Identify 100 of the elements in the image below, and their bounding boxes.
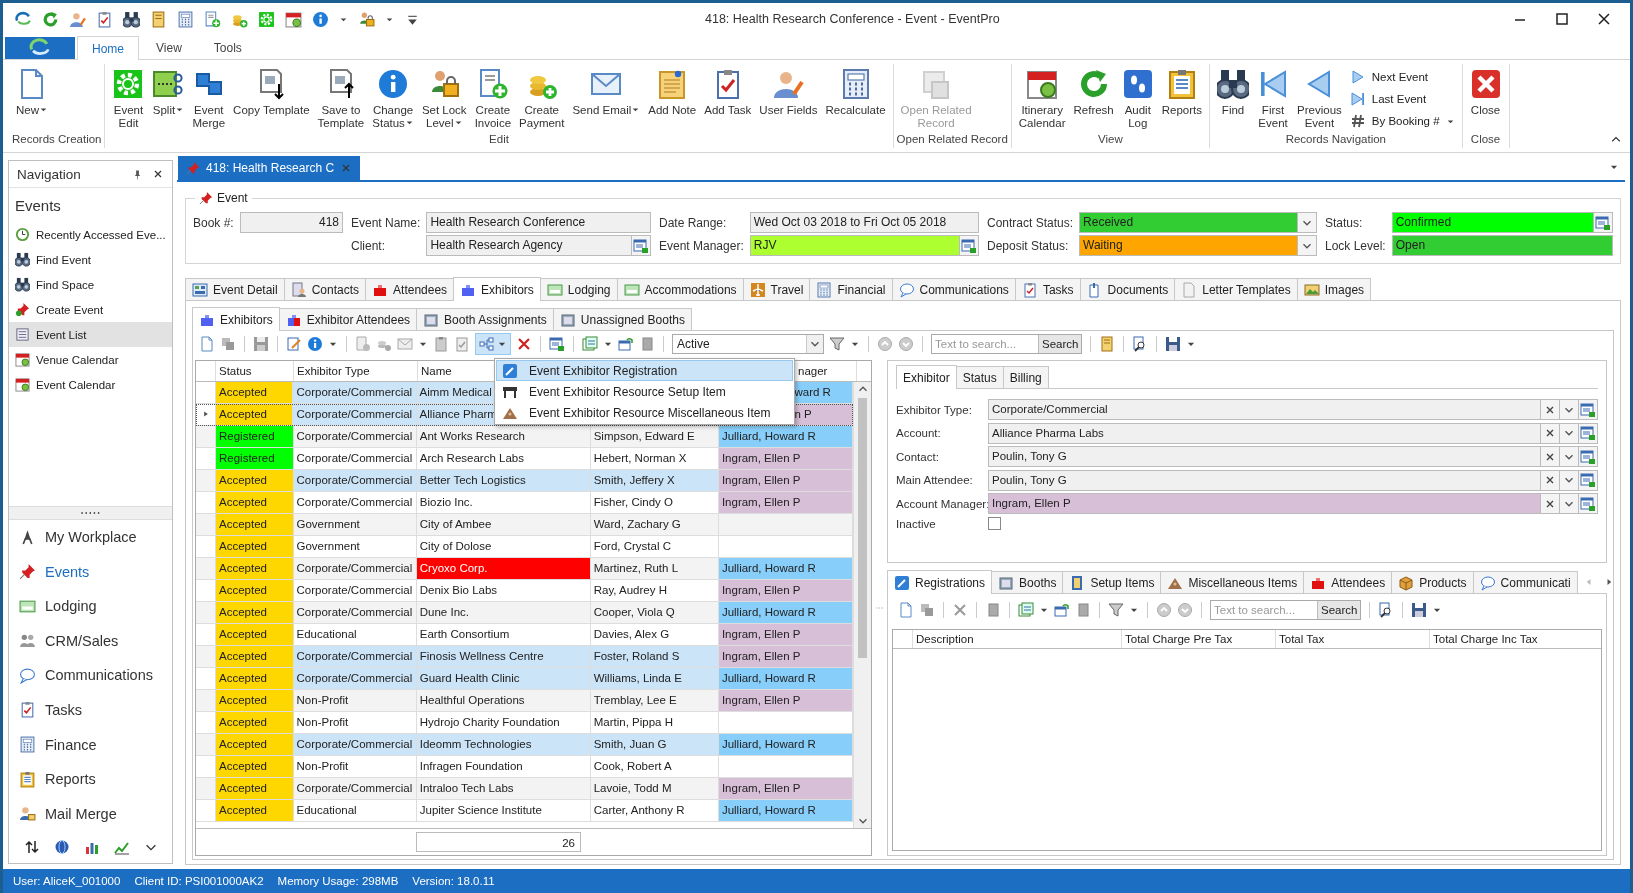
ribbon-button[interactable]: Event Merge — [188, 67, 230, 131]
up-down-arrows-icon[interactable] — [23, 839, 40, 855]
column-header[interactable]: Total Tax — [1279, 633, 1325, 645]
ribbon-button[interactable]: New — [12, 67, 52, 118]
page-icon[interactable] — [1075, 602, 1091, 618]
lookup-icon[interactable] — [1595, 214, 1611, 231]
lookup-icon[interactable] — [1580, 448, 1596, 465]
window-arrow-icon[interactable] — [618, 336, 634, 352]
pin-icon[interactable] — [132, 168, 143, 180]
ribbon-button[interactable]: First Event — [1253, 67, 1294, 131]
maximize-icon[interactable] — [1554, 11, 1570, 27]
module-item[interactable]: Tasks — [9, 692, 172, 728]
module-item[interactable]: Communications — [9, 658, 172, 693]
lookup-icon[interactable] — [1580, 472, 1596, 488]
column-header[interactable]: Description — [916, 633, 974, 645]
scroll-thumb[interactable] — [858, 398, 868, 658]
ribbon-button[interactable]: Close — [1465, 67, 1506, 118]
text-field[interactable]: Health Research Agency — [426, 235, 632, 256]
ribbon-button[interactable]: User Fields — [755, 67, 822, 118]
calendar-icon[interactable] — [285, 10, 302, 28]
vertical-scrollbar[interactable] — [853, 382, 871, 828]
tab[interactable]: Letter Templates — [1174, 278, 1298, 300]
application-button[interactable] — [5, 37, 75, 59]
text-field[interactable]: Waiting — [1079, 235, 1298, 256]
ribbon-button[interactable]: Copy Template — [229, 67, 314, 118]
tab[interactable]: Lodging — [539, 278, 618, 300]
tab[interactable]: Financial — [809, 278, 893, 300]
tab[interactable]: Attendees — [1303, 571, 1393, 593]
document-tab[interactable]: 418: Health Research C — [178, 156, 361, 180]
tab[interactable]: Contacts — [283, 278, 367, 300]
tab[interactable]: Attendees — [365, 278, 455, 300]
module-item[interactable]: My Workplace — [9, 519, 172, 555]
tab[interactable]: Products — [1391, 571, 1474, 593]
clipboard-check-icon[interactable] — [96, 10, 113, 28]
menu-item[interactable]: Event Exhibitor Resource Miscellaneous Item — [496, 402, 793, 423]
save-icon[interactable] — [1165, 336, 1182, 352]
navigation-item[interactable]: Recently Accessed Eve... — [9, 222, 172, 247]
grid-icon[interactable] — [582, 336, 598, 352]
ribbon-button[interactable]: Save to Template — [313, 67, 369, 131]
ribbon-button[interactable]: Audit Log — [1117, 67, 1158, 131]
tab[interactable]: Travel — [742, 278, 811, 300]
ribbon-button[interactable]: Send Email — [568, 67, 645, 118]
page-icon[interactable] — [639, 336, 655, 352]
tab[interactable]: Booth Assignments — [416, 308, 554, 330]
tab[interactable]: Event Detail — [185, 278, 285, 300]
tab[interactable]: Billing — [1002, 366, 1049, 388]
navigation-item[interactable]: Find Event — [9, 247, 172, 272]
ribbon-button[interactable]: Create Payment — [515, 67, 569, 131]
navigation-item[interactable]: Event List — [9, 322, 172, 347]
tab[interactable]: Documents — [1079, 278, 1176, 300]
text-field[interactable]: Alliance Pharma Labs — [988, 422, 1541, 444]
ribbon-button[interactable]: Itinerary Calendar — [1014, 67, 1070, 131]
calculator-icon[interactable] — [177, 10, 194, 28]
window-arrow-icon[interactable] — [1054, 602, 1070, 618]
ribbon-button[interactable]: Change Status — [368, 67, 418, 131]
ribbon-button[interactable]: Split — [148, 67, 189, 118]
navigation-item[interactable]: Find Space — [9, 272, 172, 297]
navigation-item[interactable]: Create Event — [9, 297, 172, 322]
menu-item[interactable]: Event Exhibitor Registration — [496, 360, 793, 381]
lookup-icon[interactable] — [549, 336, 565, 352]
copy-icon[interactable] — [919, 602, 935, 618]
tab[interactable]: Images — [1296, 278, 1372, 300]
edit-icon[interactable] — [286, 336, 302, 352]
tab[interactable]: Communicati — [1472, 571, 1578, 593]
text-field[interactable]: Wed Oct 03 2018 to Fri Oct 05 2018 — [749, 212, 979, 233]
column-header[interactable]: Total Charge Pre Tax — [1125, 633, 1233, 645]
ribbon-button[interactable]: Last Event — [1349, 89, 1455, 109]
ribbon-button[interactable]: Add Note — [644, 67, 701, 118]
close-icon[interactable] — [152, 168, 164, 180]
ribbon-button[interactable]: Refresh — [1069, 67, 1118, 118]
text-field[interactable]: 418 — [239, 212, 343, 233]
column-header[interactable]: Name — [421, 365, 452, 377]
ribbon-button[interactable]: Event Edit — [108, 67, 149, 131]
notebook-icon[interactable] — [150, 10, 167, 28]
tab[interactable]: Exhibitor Attendees — [278, 308, 418, 330]
invoice-icon[interactable] — [204, 10, 221, 28]
text-field[interactable]: RJV — [749, 235, 960, 256]
column-header[interactable]: Exhibitor Type — [297, 365, 370, 377]
navigation-item[interactable]: Event Calendar — [9, 372, 172, 397]
tab[interactable]: Setup Items — [1062, 571, 1162, 593]
close-icon[interactable] — [1596, 11, 1612, 27]
ribbon-button[interactable]: Next Event — [1349, 67, 1455, 87]
tab[interactable]: Exhibitors — [453, 277, 541, 301]
filter-icon[interactable] — [1108, 602, 1124, 618]
ribbon-button[interactable]: Recalculate — [821, 67, 890, 118]
tab[interactable]: Unassigned Booths — [552, 308, 692, 330]
ribbon-button[interactable]: Set Lock Level — [417, 67, 471, 131]
copy-icon[interactable] — [220, 336, 236, 352]
grip-icon[interactable] — [875, 604, 884, 612]
ribbon-tab[interactable]: View — [141, 36, 197, 59]
info-icon[interactable] — [307, 336, 323, 352]
tab[interactable]: Exhibitor — [896, 365, 957, 389]
checkbox[interactable] — [988, 516, 1001, 530]
module-item[interactable]: Events — [9, 554, 172, 589]
user-icon[interactable] — [69, 10, 86, 28]
ribbon-button[interactable]: Reports — [1157, 67, 1207, 118]
ribbon-button[interactable]: Create Invoice — [470, 67, 516, 131]
lookup-icon[interactable] — [961, 237, 977, 254]
text-field[interactable]: Confirmed — [1391, 212, 1594, 233]
ribbon-button[interactable]: By Booking # — [1349, 111, 1455, 131]
